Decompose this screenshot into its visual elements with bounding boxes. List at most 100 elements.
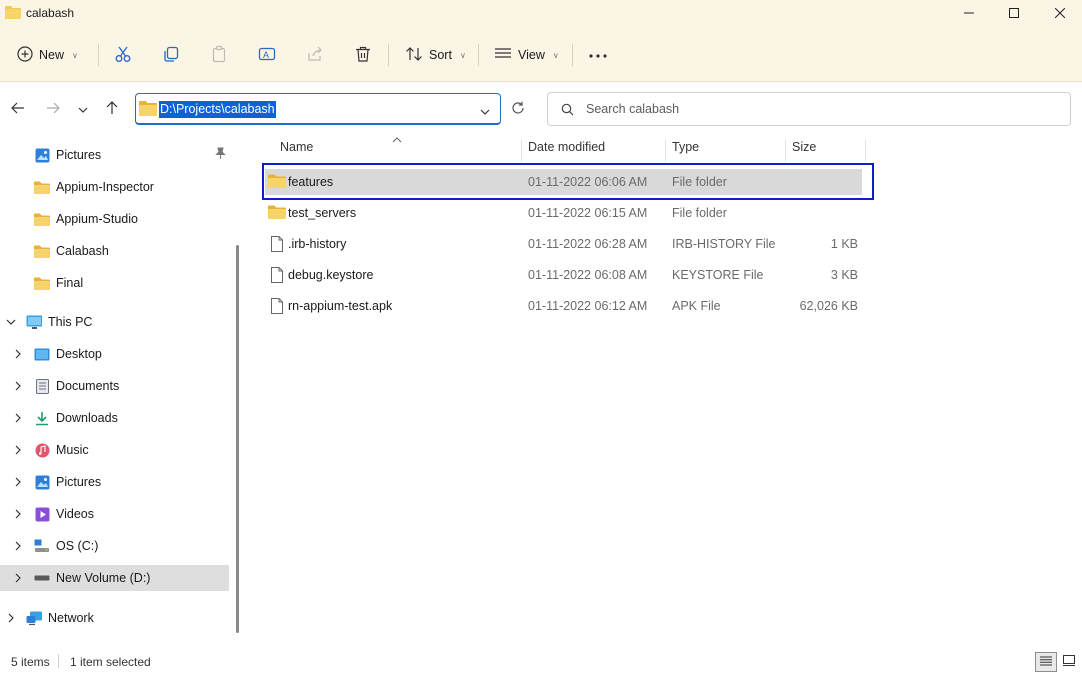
chevron-down-icon[interactable] — [6, 317, 16, 327]
column-header-size[interactable]: Size — [792, 140, 816, 160]
file-date: 01-11-2022 06:28 AM — [528, 237, 648, 251]
column-divider[interactable] — [865, 140, 866, 162]
scissors-icon — [114, 45, 132, 66]
folder-icon — [34, 243, 50, 259]
file-row-irb-history[interactable]: .irb-history 01-11-2022 06:28 AM IRB-HIS… — [265, 231, 862, 257]
column-divider[interactable] — [665, 140, 666, 162]
column-divider[interactable] — [521, 140, 522, 162]
drive-icon — [34, 570, 50, 586]
sort-label: Sort — [429, 48, 452, 62]
file-row-debug-keystore[interactable]: debug.keystore 01-11-2022 06:08 AM KEYST… — [265, 262, 862, 288]
sidebar-item-network[interactable]: Network — [0, 605, 229, 631]
large-icons-view-button[interactable] — [1058, 652, 1080, 672]
chevron-right-icon[interactable] — [13, 349, 23, 359]
chevron-down-icon[interactable] — [480, 104, 490, 118]
minimize-button[interactable] — [946, 0, 992, 26]
cut-button[interactable] — [114, 36, 132, 74]
chevron-right-icon[interactable] — [13, 445, 23, 455]
column-header-name[interactable]: Name — [280, 140, 313, 160]
sidebar-item-label: Documents — [56, 379, 120, 393]
sidebar-item-videos[interactable]: Videos — [0, 501, 229, 527]
address-bar[interactable]: D:\Projects\calabash — [135, 93, 501, 125]
copy-button[interactable] — [162, 36, 180, 74]
search-box[interactable] — [547, 92, 1071, 126]
file-date: 01-11-2022 06:12 AM — [528, 299, 648, 313]
file-name: debug.keystore — [288, 268, 374, 282]
file-size: 1 KB — [830, 237, 858, 251]
toolbar-divider — [572, 44, 573, 66]
sidebar-item-downloads[interactable]: Downloads — [0, 405, 229, 431]
sidebar-item-label: This PC — [48, 315, 93, 329]
desktop-icon — [34, 346, 50, 362]
chevron-right-icon[interactable] — [13, 541, 23, 551]
toolbar-divider — [98, 44, 99, 66]
search-input[interactable] — [586, 99, 1056, 119]
sidebar-item-appium-studio[interactable]: Appium-Studio — [0, 206, 229, 232]
sidebar-item-pictures-quick[interactable]: Pictures — [0, 142, 229, 168]
column-header-date[interactable]: Date modified — [528, 140, 605, 160]
sidebar-item-final[interactable]: Final — [0, 270, 229, 296]
chevron-right-icon[interactable] — [13, 477, 23, 487]
refresh-button[interactable] — [507, 98, 529, 120]
search-icon — [561, 103, 574, 119]
more-options-button[interactable] — [588, 36, 608, 74]
chevron-right-icon[interactable] — [6, 613, 16, 623]
sidebar-item-label: Network — [48, 611, 94, 625]
chevron-right-icon[interactable] — [13, 573, 23, 583]
chevron-down-icon: ∨ — [459, 50, 466, 60]
documents-icon — [34, 378, 50, 394]
sidebar-item-desktop[interactable]: Desktop — [0, 341, 229, 367]
close-button[interactable] — [1037, 0, 1082, 26]
sidebar-item-label: Music — [56, 443, 89, 457]
chevron-right-icon[interactable] — [13, 413, 23, 423]
sort-button[interactable]: Sort ∨ — [405, 36, 466, 74]
status-divider — [58, 654, 59, 668]
back-button[interactable] — [7, 98, 29, 120]
sidebar-item-pictures[interactable]: Pictures — [0, 469, 229, 495]
sort-arrows-icon — [405, 46, 423, 65]
navigation-pane: Pictures Appium-Inspector Appium-Studio … — [0, 137, 246, 649]
file-row-test-servers[interactable]: test_servers 01-11-2022 06:15 AM File fo… — [265, 200, 862, 226]
view-button[interactable]: View ∨ — [494, 36, 559, 74]
computer-icon — [26, 314, 42, 330]
tiles-view-icon — [1063, 655, 1075, 669]
sidebar-item-label: Desktop — [56, 347, 102, 361]
column-divider[interactable] — [785, 140, 786, 162]
rename-button[interactable]: A — [258, 36, 276, 74]
sidebar-item-documents[interactable]: Documents — [0, 373, 229, 399]
details-view-icon — [1040, 655, 1052, 669]
file-size: 3 KB — [830, 268, 858, 282]
sidebar-item-this-pc[interactable]: This PC — [0, 309, 229, 335]
arrow-left-icon — [11, 102, 25, 117]
recent-locations-button[interactable] — [72, 98, 94, 120]
details-view-button[interactable] — [1035, 652, 1057, 672]
item-count: 5 items — [11, 655, 50, 669]
sidebar-item-calabash[interactable]: Calabash — [0, 238, 229, 264]
share-button[interactable] — [306, 36, 324, 74]
network-icon — [26, 610, 42, 626]
file-name: .irb-history — [288, 237, 347, 251]
chevron-right-icon[interactable] — [13, 381, 23, 391]
forward-button[interactable] — [42, 98, 64, 120]
up-button[interactable] — [101, 98, 123, 120]
file-type: KEYSTORE File — [672, 268, 764, 282]
chevron-right-icon[interactable] — [13, 509, 23, 519]
paste-button[interactable] — [210, 36, 228, 74]
file-size: 62,026 KB — [799, 299, 858, 313]
sidebar-item-music[interactable]: Music — [0, 437, 229, 463]
pictures-icon — [34, 474, 50, 490]
maximize-button[interactable] — [991, 0, 1037, 26]
rename-icon: A — [258, 45, 276, 66]
sidebar-item-appium-inspector[interactable]: Appium-Inspector — [0, 174, 229, 200]
column-header-type[interactable]: Type — [672, 140, 699, 160]
sort-ascending-icon — [392, 132, 402, 146]
sidebar-item-new-volume-d[interactable]: New Volume (D:) — [0, 565, 229, 591]
sidebar-item-os-c[interactable]: OS (C:) — [0, 533, 229, 559]
sidebar-scrollbar[interactable] — [236, 245, 239, 633]
delete-button[interactable] — [354, 36, 372, 74]
file-icon — [271, 267, 283, 286]
file-type: IRB-HISTORY File — [672, 237, 776, 251]
address-path[interactable]: D:\Projects\calabash — [159, 101, 276, 118]
file-row-rn-appium-test-apk[interactable]: rn-appium-test.apk 01-11-2022 06:12 AM A… — [265, 293, 862, 319]
new-button[interactable]: New ∨ — [17, 36, 78, 74]
